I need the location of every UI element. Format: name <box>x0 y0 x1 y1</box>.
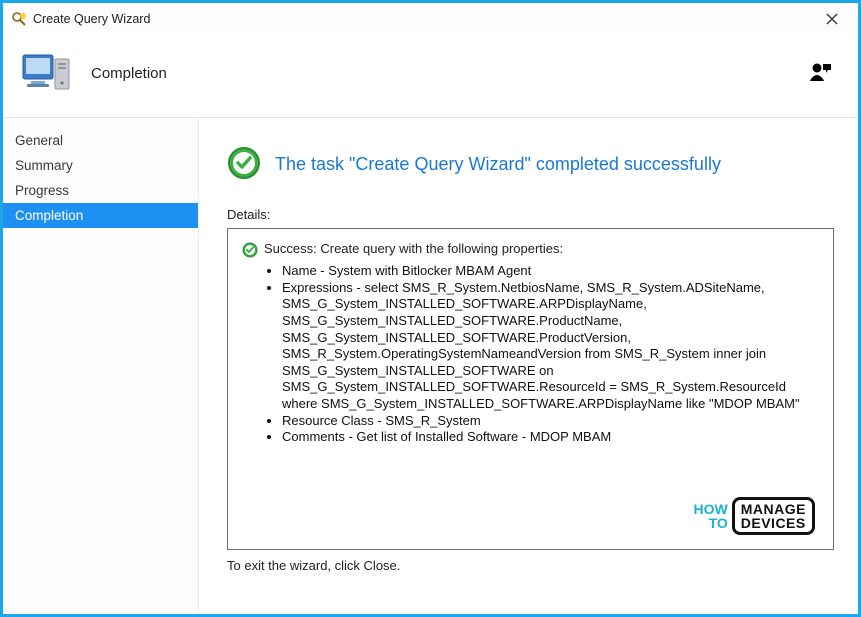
prop-expressions: Expressions - select SMS_R_System.Netbio… <box>282 280 819 413</box>
sidebar-item-label: General <box>15 133 63 148</box>
details-label: Details: <box>227 207 834 222</box>
prop-name: Name - System with Bitlocker MBAM Agent <box>282 263 819 280</box>
computer-icon <box>19 45 75 101</box>
wizard-header: Completion <box>3 35 858 117</box>
page-title: Completion <box>91 65 167 82</box>
sidebar-item-completion[interactable]: Completion <box>3 203 198 228</box>
status-row: The task "Create Query Wizard" completed… <box>227 146 834 183</box>
success-check-icon <box>227 146 261 183</box>
watermark-left: HOW TO <box>694 502 728 530</box>
sidebar-item-label: Completion <box>15 208 83 223</box>
window-title: Create Query Wizard <box>33 12 812 26</box>
sidebar-item-label: Progress <box>15 183 69 198</box>
sidebar: General Summary Progress Completion <box>3 118 199 614</box>
prop-resource-class: Resource Class - SMS_R_System <box>282 413 819 430</box>
feedback-icon[interactable] <box>808 59 834 88</box>
wizard-window: Create Query Wizard <box>0 0 861 617</box>
sidebar-item-label: Summary <box>15 158 73 173</box>
success-line: Success: Create query with the following… <box>242 241 819 261</box>
main-panel: The task "Create Query Wizard" completed… <box>199 118 858 614</box>
watermark-box: MANAGE DEVICES <box>732 497 815 535</box>
prop-comments: Comments - Get list of Installed Softwar… <box>282 429 819 446</box>
sidebar-item-progress[interactable]: Progress <box>3 178 198 203</box>
close-icon <box>826 13 838 25</box>
success-text: Success: Create query with the following… <box>264 241 563 256</box>
details-box: Success: Create query with the following… <box>227 228 834 550</box>
exit-note: To exit the wizard, click Close. <box>227 558 834 573</box>
watermark: HOW TO MANAGE DEVICES <box>694 497 815 535</box>
success-small-icon <box>242 242 258 261</box>
sidebar-item-general[interactable]: General <box>3 128 198 153</box>
status-title: The task "Create Query Wizard" completed… <box>275 154 721 175</box>
sidebar-item-summary[interactable]: Summary <box>3 153 198 178</box>
titlebar: Create Query Wizard <box>3 3 858 35</box>
header-left: Completion <box>19 45 167 101</box>
app-icon <box>11 11 27 27</box>
wizard-body: General Summary Progress Completion <box>3 117 858 614</box>
properties-list: Name - System with Bitlocker MBAM Agent … <box>242 263 819 446</box>
close-button[interactable] <box>812 5 852 33</box>
